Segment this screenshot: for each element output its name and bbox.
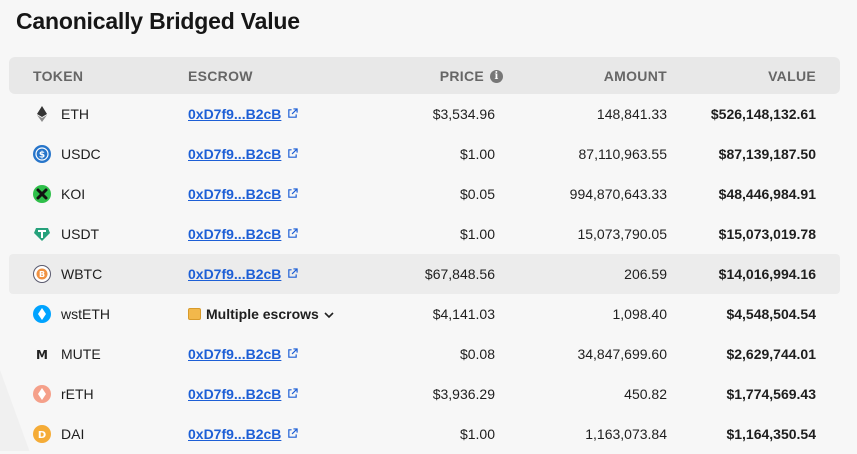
table-row[interactable]: rETH 0xD7f9...B2cB $3,936.29 450.82 $1,7…: [9, 374, 840, 414]
escrow-cell: 0xD7f9...B2cB: [188, 386, 299, 402]
svg-text:D: D: [38, 430, 46, 441]
amount-cell: 15,073,790.05: [577, 226, 667, 242]
table-row[interactable]: M MUTE 0xD7f9...B2cB $0.08 34,847,699.60…: [9, 334, 840, 374]
header-token: TOKEN: [33, 68, 84, 84]
escrow-cell: 0xD7f9...B2cB: [188, 346, 299, 362]
external-link-icon[interactable]: [287, 146, 299, 162]
value-cell: $4,548,504.54: [726, 306, 816, 322]
escrow-cell: 0xD7f9...B2cB: [188, 226, 299, 242]
page-title: Canonically Bridged Value: [16, 8, 300, 34]
price-cell: $0.08: [459, 346, 495, 362]
header-price-label: PRICE: [439, 68, 484, 84]
wbtc-icon: B: [33, 265, 51, 283]
dai-icon: D: [33, 425, 51, 443]
koi-icon: [33, 185, 51, 203]
header-value: VALUE: [768, 68, 816, 84]
table-row[interactable]: ETH 0xD7f9...B2cB $3,534.96 148,841.33 $…: [9, 94, 840, 134]
amount-cell: 1,163,073.84: [585, 426, 667, 442]
escrow-link[interactable]: 0xD7f9...B2cB: [188, 386, 281, 402]
multiple-escrows-dropdown[interactable]: Multiple escrows: [188, 306, 334, 322]
escrow-label: Multiple escrows: [206, 306, 319, 322]
price-cell: $0.05: [459, 186, 495, 202]
token-name: USDC: [61, 146, 101, 162]
value-cell: $14,016,994.16: [718, 266, 816, 282]
token-name: KOI: [61, 186, 86, 202]
amount-cell: 148,841.33: [596, 106, 667, 122]
header-escrow: ESCROW: [188, 68, 253, 84]
token-name: MUTE: [61, 346, 101, 362]
value-cell: $1,164,350.54: [726, 426, 816, 442]
header-price: PRICE i: [440, 68, 503, 84]
price-cell: $1.00: [459, 146, 495, 162]
escrow-link[interactable]: 0xD7f9...B2cB: [188, 106, 281, 122]
amount-cell: 450.82: [624, 386, 667, 402]
value-cell: $15,073,019.78: [718, 226, 816, 242]
escrow-cell: 0xD7f9...B2cB: [188, 106, 299, 122]
price-cell: $1.00: [459, 226, 495, 242]
bridged-value-table: TOKEN ESCROW PRICE i AMOUNT VALUE ETH 0x…: [9, 57, 840, 454]
token-name: WBTC: [61, 266, 103, 282]
escrow-cell: 0xD7f9...B2cB: [188, 426, 299, 442]
token-name: USDT: [61, 226, 100, 242]
table-row[interactable]: $ USDC 0xD7f9...B2cB $1.00 87,110,963.55…: [9, 134, 840, 174]
amount-cell: 34,847,699.60: [577, 346, 667, 362]
price-cell: $4,141.03: [432, 306, 495, 322]
external-link-icon[interactable]: [287, 186, 299, 202]
escrow-link[interactable]: 0xD7f9...B2cB: [188, 266, 281, 282]
header-amount: AMOUNT: [603, 68, 667, 84]
amount-cell: 1,098.40: [612, 306, 668, 322]
external-link-icon[interactable]: [287, 346, 299, 362]
amount-cell: 87,110,963.55: [578, 146, 668, 162]
escrow-cell: 0xD7f9...B2cB: [188, 186, 299, 202]
table-row[interactable]: USDT 0xD7f9...B2cB $1.00 15,073,790.05 $…: [9, 214, 840, 254]
escrow-link[interactable]: 0xD7f9...B2cB: [188, 426, 281, 442]
escrow-cell: 0xD7f9...B2cB: [188, 266, 299, 282]
amount-cell: 206.59: [624, 266, 667, 282]
token-name: wstETH: [61, 306, 110, 322]
token-name: DAI: [61, 426, 85, 442]
value-cell: $2,629,744.01: [726, 346, 816, 362]
usdc-icon: $: [33, 145, 51, 163]
price-cell: $67,848.56: [424, 266, 495, 282]
value-cell: $1,774,569.43: [726, 386, 816, 402]
mute-icon: M: [33, 345, 51, 363]
token-name: ETH: [61, 106, 89, 122]
escrow-link[interactable]: 0xD7f9...B2cB: [188, 226, 281, 242]
escrow-cell: 0xD7f9...B2cB: [188, 146, 299, 162]
table-header: TOKEN ESCROW PRICE i AMOUNT VALUE: [9, 57, 840, 94]
table-row[interactable]: D DAI 0xD7f9...B2cB $1.00 1,163,073.84 $…: [9, 414, 840, 454]
external-link-icon[interactable]: [287, 106, 299, 122]
info-icon[interactable]: i: [490, 69, 503, 83]
external-link-icon[interactable]: [287, 386, 299, 402]
table-row[interactable]: B WBTC 0xD7f9...B2cB $67,848.56 206.59 $…: [9, 254, 840, 294]
table-row[interactable]: KOI 0xD7f9...B2cB $0.05 994,870,643.33 $…: [9, 174, 840, 214]
price-cell: $3,534.96: [432, 106, 495, 122]
box-icon: [188, 308, 201, 320]
external-link-icon[interactable]: [287, 226, 299, 242]
escrow-link[interactable]: 0xD7f9...B2cB: [188, 186, 281, 202]
token-name: rETH: [61, 386, 94, 402]
external-link-icon[interactable]: [287, 266, 299, 282]
escrow-link[interactable]: 0xD7f9...B2cB: [188, 346, 281, 362]
chevron-down-icon: [324, 306, 334, 322]
price-cell: $1.00: [459, 426, 495, 442]
value-cell: $87,139,187.50: [718, 146, 816, 162]
eth-icon: [33, 105, 51, 123]
reth-icon: [33, 385, 51, 403]
external-link-icon[interactable]: [287, 426, 299, 442]
value-cell: $526,148,132.61: [710, 106, 816, 122]
svg-text:B: B: [39, 270, 45, 279]
price-cell: $3,936.29: [432, 386, 495, 402]
value-cell: $48,446,984.91: [718, 186, 816, 202]
svg-text:$: $: [39, 151, 45, 161]
table-row[interactable]: wstETH Multiple escrows $4,141.03 1,098.…: [9, 294, 840, 334]
usdt-icon: [33, 225, 51, 243]
escrow-link[interactable]: 0xD7f9...B2cB: [188, 146, 281, 162]
wsteth-icon: [33, 305, 51, 323]
svg-text:M: M: [36, 348, 48, 362]
amount-cell: 994,870,643.33: [569, 186, 667, 202]
